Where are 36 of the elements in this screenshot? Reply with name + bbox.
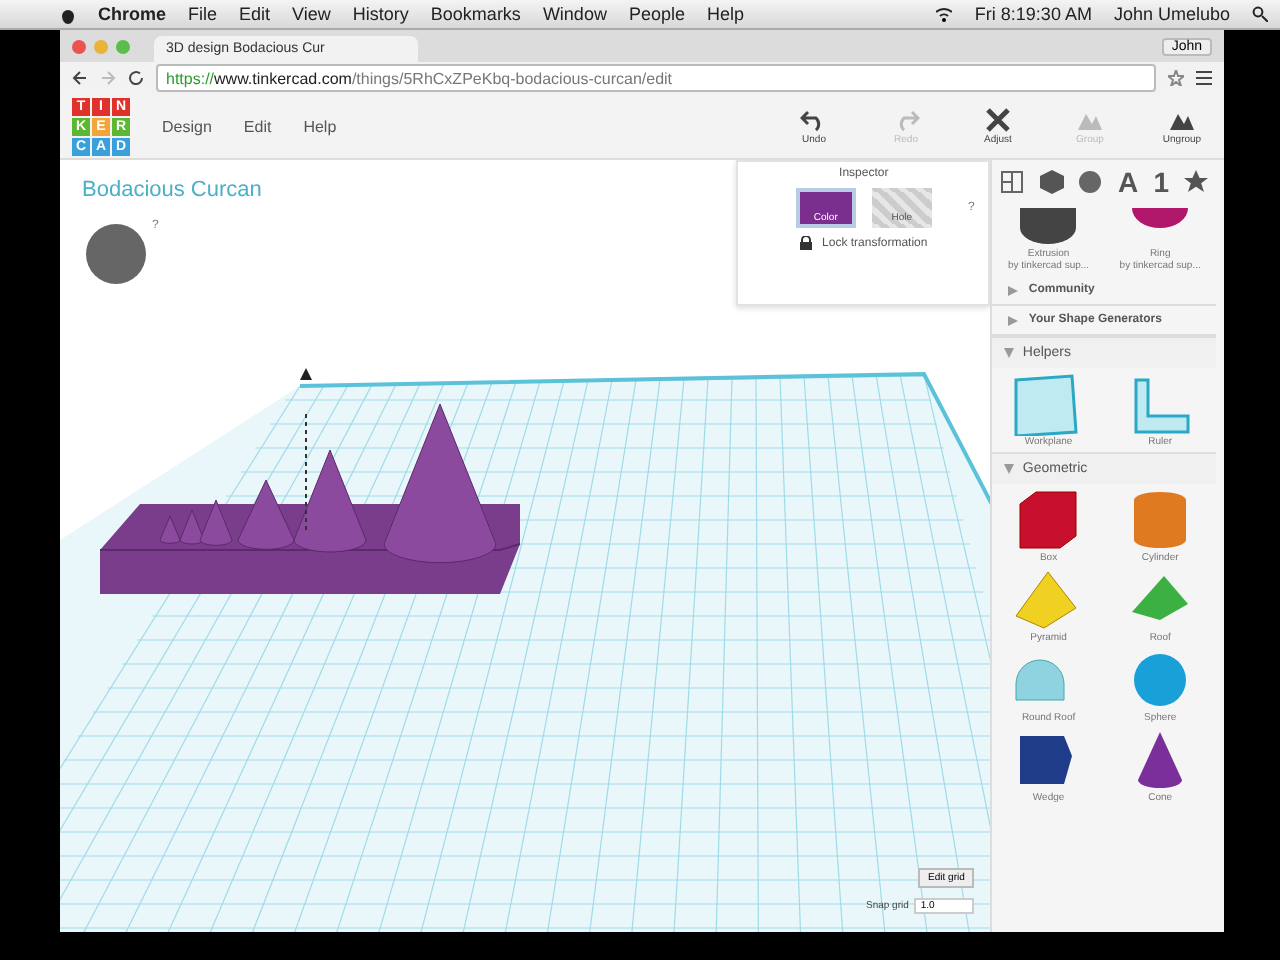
app-menu-item[interactable]: Design	[162, 117, 212, 135]
panel-tab[interactable]: A	[1118, 166, 1139, 198]
badge-icon[interactable]	[1078, 170, 1103, 194]
panel-tab[interactable]: 1	[1153, 166, 1170, 198]
lock-icon[interactable]	[800, 236, 813, 250]
search-icon[interactable]	[1252, 6, 1268, 22]
menu-clock[interactable]: Fri 8:19:30 AM	[974, 4, 1092, 24]
star-icon[interactable]	[1168, 70, 1184, 86]
cube-icon[interactable]	[1039, 170, 1064, 194]
close-window-icon[interactable]	[72, 39, 86, 53]
collapsed-triangle-icon	[1008, 285, 1019, 295]
reload-icon[interactable]	[128, 70, 144, 86]
menu-item[interactable]: Help	[706, 4, 744, 24]
menu-item[interactable]: Edit	[239, 4, 271, 24]
back-arrow-icon[interactable]	[72, 70, 88, 86]
address-bar[interactable]: https://www.tinkercad.com/things/5RhCxZPeKbq-bodacious-curcan/edit	[156, 64, 1156, 92]
menu-icon[interactable]	[1196, 70, 1212, 86]
cross-icon[interactable]	[984, 106, 1012, 134]
menu-item[interactable]: People	[628, 4, 685, 24]
menu-app-name[interactable]: Chrome	[98, 4, 167, 24]
app-menu-item[interactable]: Edit	[243, 117, 272, 135]
app-menu-item[interactable]: Help	[303, 117, 337, 135]
menu-user[interactable]: John Umelubo	[1113, 4, 1230, 24]
menu-item[interactable]: Window	[542, 4, 607, 24]
menu-item[interactable]: Bookmarks	[430, 4, 521, 24]
star-icon[interactable]	[1184, 170, 1209, 194]
view-navigation-control[interactable]	[86, 224, 146, 284]
wifi-icon[interactable]	[936, 6, 953, 22]
menu-item[interactable]: File	[188, 4, 218, 24]
collapsed-triangle-icon	[1008, 315, 1019, 325]
grid-icon[interactable]	[1000, 170, 1025, 194]
expanded-triangle-icon	[1004, 464, 1015, 474]
menu-item[interactable]: History	[352, 4, 409, 24]
apple-icon[interactable]	[60, 5, 76, 23]
expanded-triangle-icon	[1004, 348, 1015, 358]
menu-item[interactable]: View	[292, 4, 331, 24]
